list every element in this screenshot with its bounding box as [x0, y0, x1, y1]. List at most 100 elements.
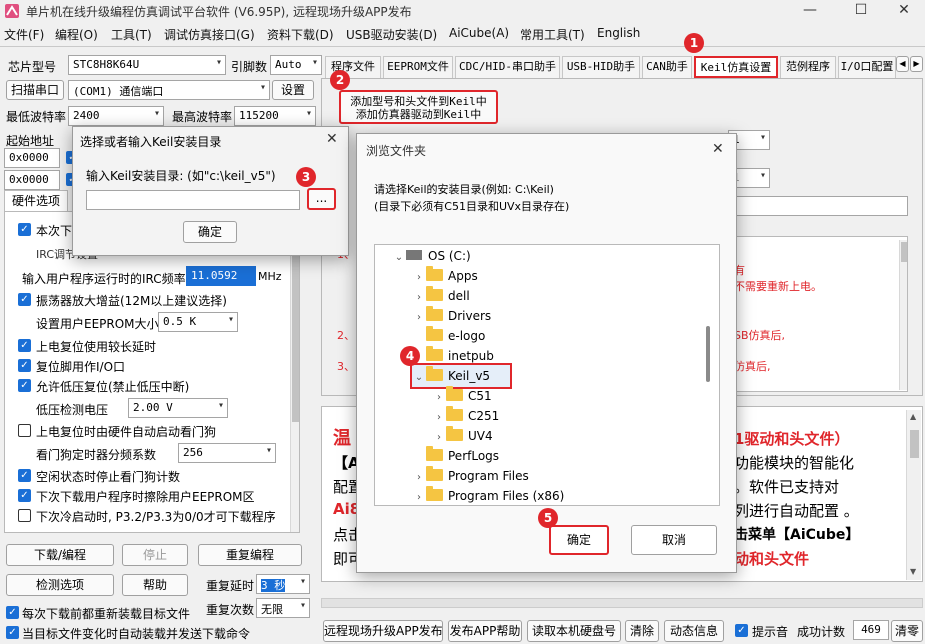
tree-item-perflogs[interactable]: PerfLogs: [412, 446, 499, 466]
tree-item-drivers[interactable]: › Drivers: [412, 306, 491, 326]
option-low-voltage-reset-checkbox[interactable]: ✓: [18, 379, 31, 392]
scroll-down-icon[interactable]: ▼: [910, 567, 916, 576]
info-scrollbar-thumb[interactable]: [901, 242, 907, 262]
start-addr-input-1[interactable]: 0x0000: [4, 148, 60, 168]
lv-detect-select[interactable]: 2.00 V ▾: [128, 398, 228, 418]
download-button[interactable]: 下载/编程: [6, 544, 114, 566]
dynamic-info-button[interactable]: 动态信息: [664, 620, 724, 642]
tree-item-program-files[interactable]: › Program Files: [412, 466, 529, 486]
publish-app-button[interactable]: 远程现场升级APP发布: [323, 620, 443, 642]
option-gain-checkbox[interactable]: ✓: [18, 293, 31, 306]
eeprom-size-value: 0.5 K: [163, 315, 197, 328]
detect-options-button[interactable]: 检测选项: [6, 574, 114, 596]
keil-dir-prompt: 输入Keil安装目录: (如"c:\keil_v5"): [86, 169, 276, 183]
start-addr-input-2[interactable]: 0x0000: [4, 170, 60, 190]
tab-scroll-left-button[interactable]: ◀: [896, 56, 909, 72]
browse-ok-button[interactable]: 确定: [549, 525, 609, 555]
info-scrollbar[interactable]: [899, 240, 907, 390]
menu-program[interactable]: 编程(O): [55, 26, 98, 43]
menu-file[interactable]: 文件(F): [4, 26, 44, 43]
sound-checkbox[interactable]: ✓: [735, 624, 748, 637]
publish-help-button[interactable]: 发布APP帮助: [448, 620, 522, 642]
addr1-value: 0x0000: [9, 151, 49, 164]
min-baud-select[interactable]: 2400 ▾: [68, 106, 164, 126]
tree-item-e-logo[interactable]: e-logo: [412, 326, 485, 346]
option-idle-wdt-checkbox[interactable]: ✓: [18, 469, 31, 482]
minimize-button[interactable]: —: [787, 0, 833, 22]
tree-item-c251[interactable]: › C251: [432, 406, 499, 426]
tree-item-program-files-x86[interactable]: › Program Files (x86): [412, 486, 564, 506]
chevron-right-icon: ›: [417, 472, 421, 483]
repeat-count-label: 重复次数: [206, 603, 255, 617]
irc-freq-input[interactable]: 11.0592: [186, 266, 256, 286]
scan-port-button[interactable]: 扫描串口: [6, 80, 64, 100]
repeat-delay-value: 3 秒: [261, 579, 286, 592]
wdt-div-select[interactable]: 256 ▾: [178, 443, 276, 463]
tree-item-apps[interactable]: › Apps: [412, 266, 478, 286]
reload-checkbox[interactable]: ✓: [6, 606, 19, 619]
keil-path-field[interactable]: [728, 196, 908, 216]
pin-select[interactable]: Auto ▾: [270, 55, 322, 75]
option-cold-start-checkbox[interactable]: [18, 509, 31, 522]
menu-debug[interactable]: 调试仿真接口(G): [164, 26, 255, 43]
option-reset-io-checkbox[interactable]: ✓: [18, 359, 31, 372]
option-wdt-auto-checkbox[interactable]: [18, 424, 31, 437]
option-erase-eeprom-checkbox[interactable]: ✓: [18, 489, 31, 502]
menu-common-tools[interactable]: 常用工具(T): [520, 26, 585, 43]
add-to-keil-button[interactable]: 添加型号和头文件到Keil中 添加仿真器驱动到Keil中: [339, 90, 498, 124]
chip-select[interactable]: STC8H8K64U ▾: [68, 55, 226, 75]
success-count-field: 469: [853, 620, 889, 640]
menu-download[interactable]: 资料下载(D): [267, 26, 334, 43]
close-icon[interactable]: ✕: [326, 131, 338, 147]
reprogram-button[interactable]: 重复编程: [198, 544, 302, 566]
settings-button[interactable]: 设置: [272, 80, 314, 100]
options-scrollbar-thumb[interactable]: [292, 242, 299, 422]
menu-english[interactable]: English: [597, 26, 640, 40]
menu-usb-driver[interactable]: USB驱动安装(D): [346, 26, 437, 43]
max-baud-select[interactable]: 115200 ▾: [234, 106, 316, 126]
scroll-up-icon[interactable]: ▲: [910, 412, 916, 421]
port-select[interactable]: (COM1) 通信端口 ▾: [68, 80, 270, 100]
options-scrollbar[interactable]: [290, 212, 299, 532]
browse-button[interactable]: ...: [307, 188, 336, 210]
stop-button[interactable]: 停止: [122, 544, 188, 566]
irc-freq-value: 11.0592: [191, 269, 238, 282]
eeprom-size-select[interactable]: 0.5 K ▾: [158, 312, 238, 332]
keil-dir-input[interactable]: [86, 190, 300, 210]
tab-examples[interactable]: 范例程序: [780, 56, 836, 78]
notice-scrollbar-thumb[interactable]: [910, 430, 919, 458]
help-button[interactable]: 帮助: [122, 574, 188, 596]
repeat-delay-select[interactable]: 3 秒 ▾: [256, 574, 310, 594]
notice-scrollbar[interactable]: ▲ ▼: [906, 410, 921, 580]
menu-aicube[interactable]: AiCube(A): [449, 26, 509, 40]
option-long-delay-checkbox[interactable]: ✓: [18, 339, 31, 352]
clear-button[interactable]: 清除: [625, 620, 659, 642]
max-baud-label: 最高波特率: [172, 110, 233, 124]
tab-can[interactable]: CAN助手: [642, 56, 692, 78]
tree-item-dell[interactable]: › dell: [412, 286, 470, 306]
tab-cdc-hid[interactable]: CDC/HID-串口助手: [455, 56, 560, 78]
tab-io-config[interactable]: I/O口配置: [838, 56, 896, 78]
read-disk-id-button[interactable]: 读取本机硬盘号: [527, 620, 621, 642]
horizontal-scrollbar[interactable]: [321, 598, 923, 608]
close-icon[interactable]: ✕: [712, 141, 724, 157]
menu-tools[interactable]: 工具(T): [111, 26, 152, 43]
tab-usb-hid[interactable]: USB-HID助手: [562, 56, 640, 78]
keil-dir-ok-button[interactable]: 确定: [183, 221, 237, 243]
autoload-checkbox[interactable]: ✓: [6, 626, 19, 639]
tree-scrollbar-thumb[interactable]: [706, 326, 710, 382]
tree-item-uv4[interactable]: › UV4: [432, 426, 493, 446]
tab-scroll-right-button[interactable]: ▶: [910, 56, 923, 72]
tree-item-c51[interactable]: › C51: [432, 386, 492, 406]
close-button[interactable]: ✕: [881, 0, 925, 22]
maximize-button[interactable]: ☐: [838, 0, 884, 22]
tab-hardware-options[interactable]: 硬件选项: [4, 190, 68, 212]
browse-cancel-button[interactable]: 取消: [631, 525, 717, 555]
repeat-count-select[interactable]: 无限 ▾: [256, 598, 310, 618]
option-this-download-checkbox[interactable]: ✓: [18, 223, 31, 236]
tree-item-os-c[interactable]: ⌄ OS (C:): [392, 246, 471, 266]
tab-eeprom-file[interactable]: EEPROM文件: [383, 56, 453, 78]
chevron-right-icon: ›: [437, 392, 441, 403]
tab-keil-settings[interactable]: Keil仿真设置: [694, 56, 778, 78]
reset-count-button[interactable]: 清零: [891, 620, 923, 642]
